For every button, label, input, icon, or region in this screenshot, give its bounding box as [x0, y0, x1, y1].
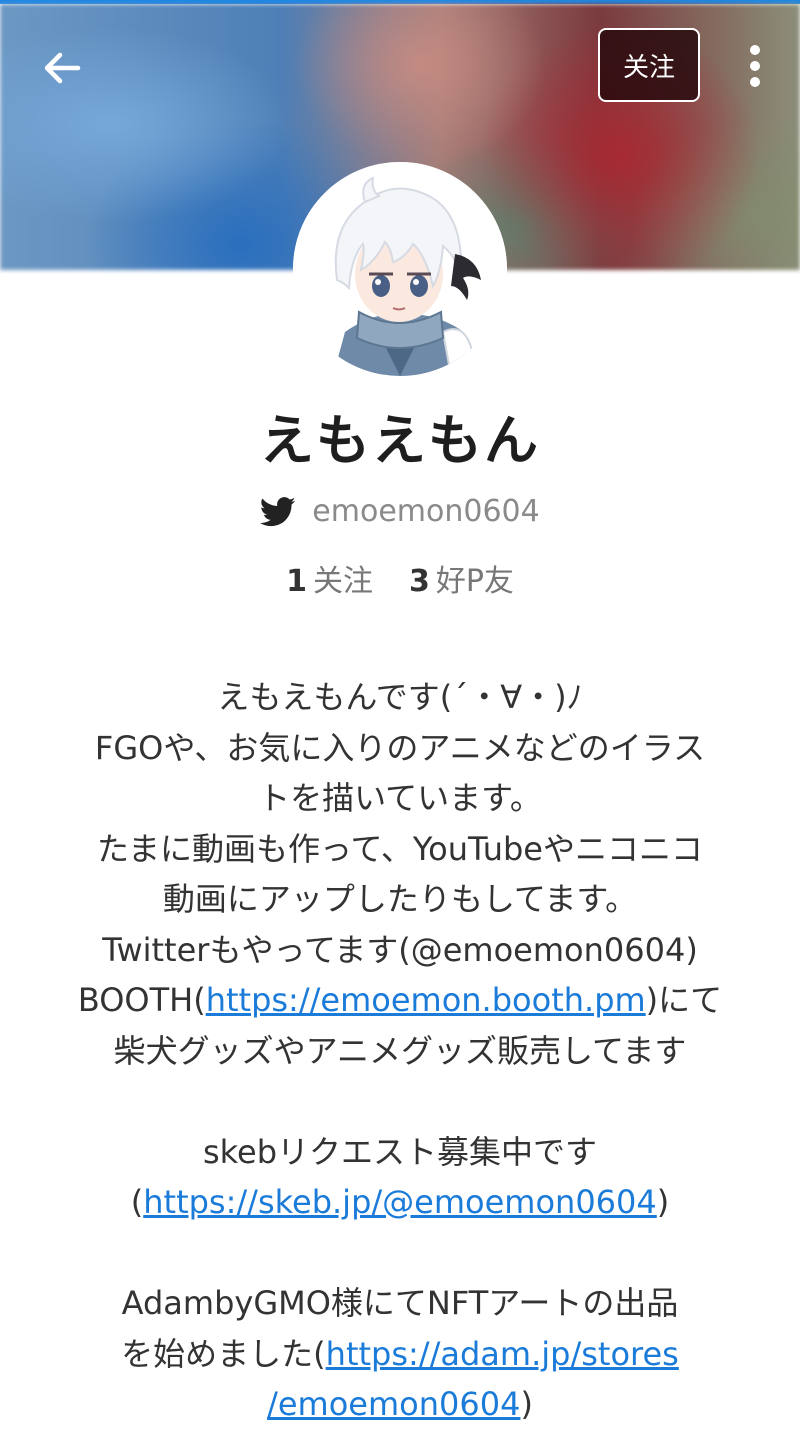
more-options-button[interactable]	[730, 36, 780, 96]
booth-link[interactable]: https://emoemon.booth.pm	[206, 981, 646, 1019]
bio-line: トを描いています。	[258, 779, 542, 817]
adam-link-continued[interactable]: /emoemon0604	[267, 1385, 520, 1423]
bio-line: えもえもんです(´・∀・)ﾉ	[217, 678, 583, 716]
bio-spacer	[40, 1076, 760, 1127]
avatar-illustration	[293, 162, 507, 376]
bio-line: (https://skeb.jp/@emoemon0604)	[40, 1177, 760, 1228]
friends-count: 3	[408, 564, 430, 599]
twitter-handle: emoemon0604	[312, 494, 540, 529]
profile-name: えもえもん	[260, 409, 540, 472]
skeb-link[interactable]: https://skeb.jp/@emoemon0604	[143, 1183, 657, 1221]
bio-line: 動画にアップしたりもしてます。	[162, 880, 638, 918]
bio-line: を始めました(https://adam.jp/stores	[40, 1329, 760, 1380]
twitter-link[interactable]: emoemon0604	[0, 494, 800, 529]
following-count: 1	[286, 564, 307, 599]
bio-text: を始めました(	[121, 1334, 326, 1373]
avatar[interactable]	[293, 162, 507, 376]
bio-text: )	[656, 1183, 670, 1221]
back-button[interactable]	[30, 36, 94, 100]
bio-text: BOOTH(	[77, 981, 206, 1019]
following-stat[interactable]: 1 关注	[286, 556, 373, 600]
friends-stat[interactable]: 3 好P友	[409, 556, 514, 600]
bio-text: )にて	[645, 981, 723, 1019]
follow-button[interactable]: 关注	[598, 28, 700, 102]
bio-line: たまに動画も作って、YouTubeやニコニコ	[97, 829, 703, 868]
bio-line: FGOや、お気に入りのアニメなどのイラス	[94, 728, 706, 767]
bio-line: BOOTH(https://emoemon.booth.pm)にて	[40, 975, 760, 1026]
bio-line: AdambyGMO様にてNFTアートの出品	[121, 1284, 679, 1322]
adam-link[interactable]: https://adam.jp/stores	[326, 1335, 679, 1373]
bio-text: )	[520, 1385, 533, 1423]
arrow-left-icon	[44, 52, 81, 84]
more-vertical-icon	[750, 45, 760, 87]
profile-stats: 1 关注 3 好P友	[0, 556, 800, 600]
profile-bio: えもえもんです(´・∀・)ﾉ FGOや、お気に入りのアニメなどのイラス トを描い…	[40, 672, 760, 1430]
bio-line: 柴犬グッズやアニメグッズ販売してます	[113, 1031, 687, 1070]
bio-text: (	[130, 1183, 144, 1221]
bio-spacer	[40, 1228, 760, 1279]
bio-line: Twitterもやってます(@emoemon0604)	[102, 930, 698, 969]
bio-line: /emoemon0604)	[40, 1379, 760, 1430]
twitter-bird-icon	[260, 496, 296, 526]
bio-line: skebリクエスト募集中です	[202, 1132, 598, 1171]
friends-label: 好P友	[435, 564, 514, 599]
following-label: 关注	[312, 564, 373, 599]
